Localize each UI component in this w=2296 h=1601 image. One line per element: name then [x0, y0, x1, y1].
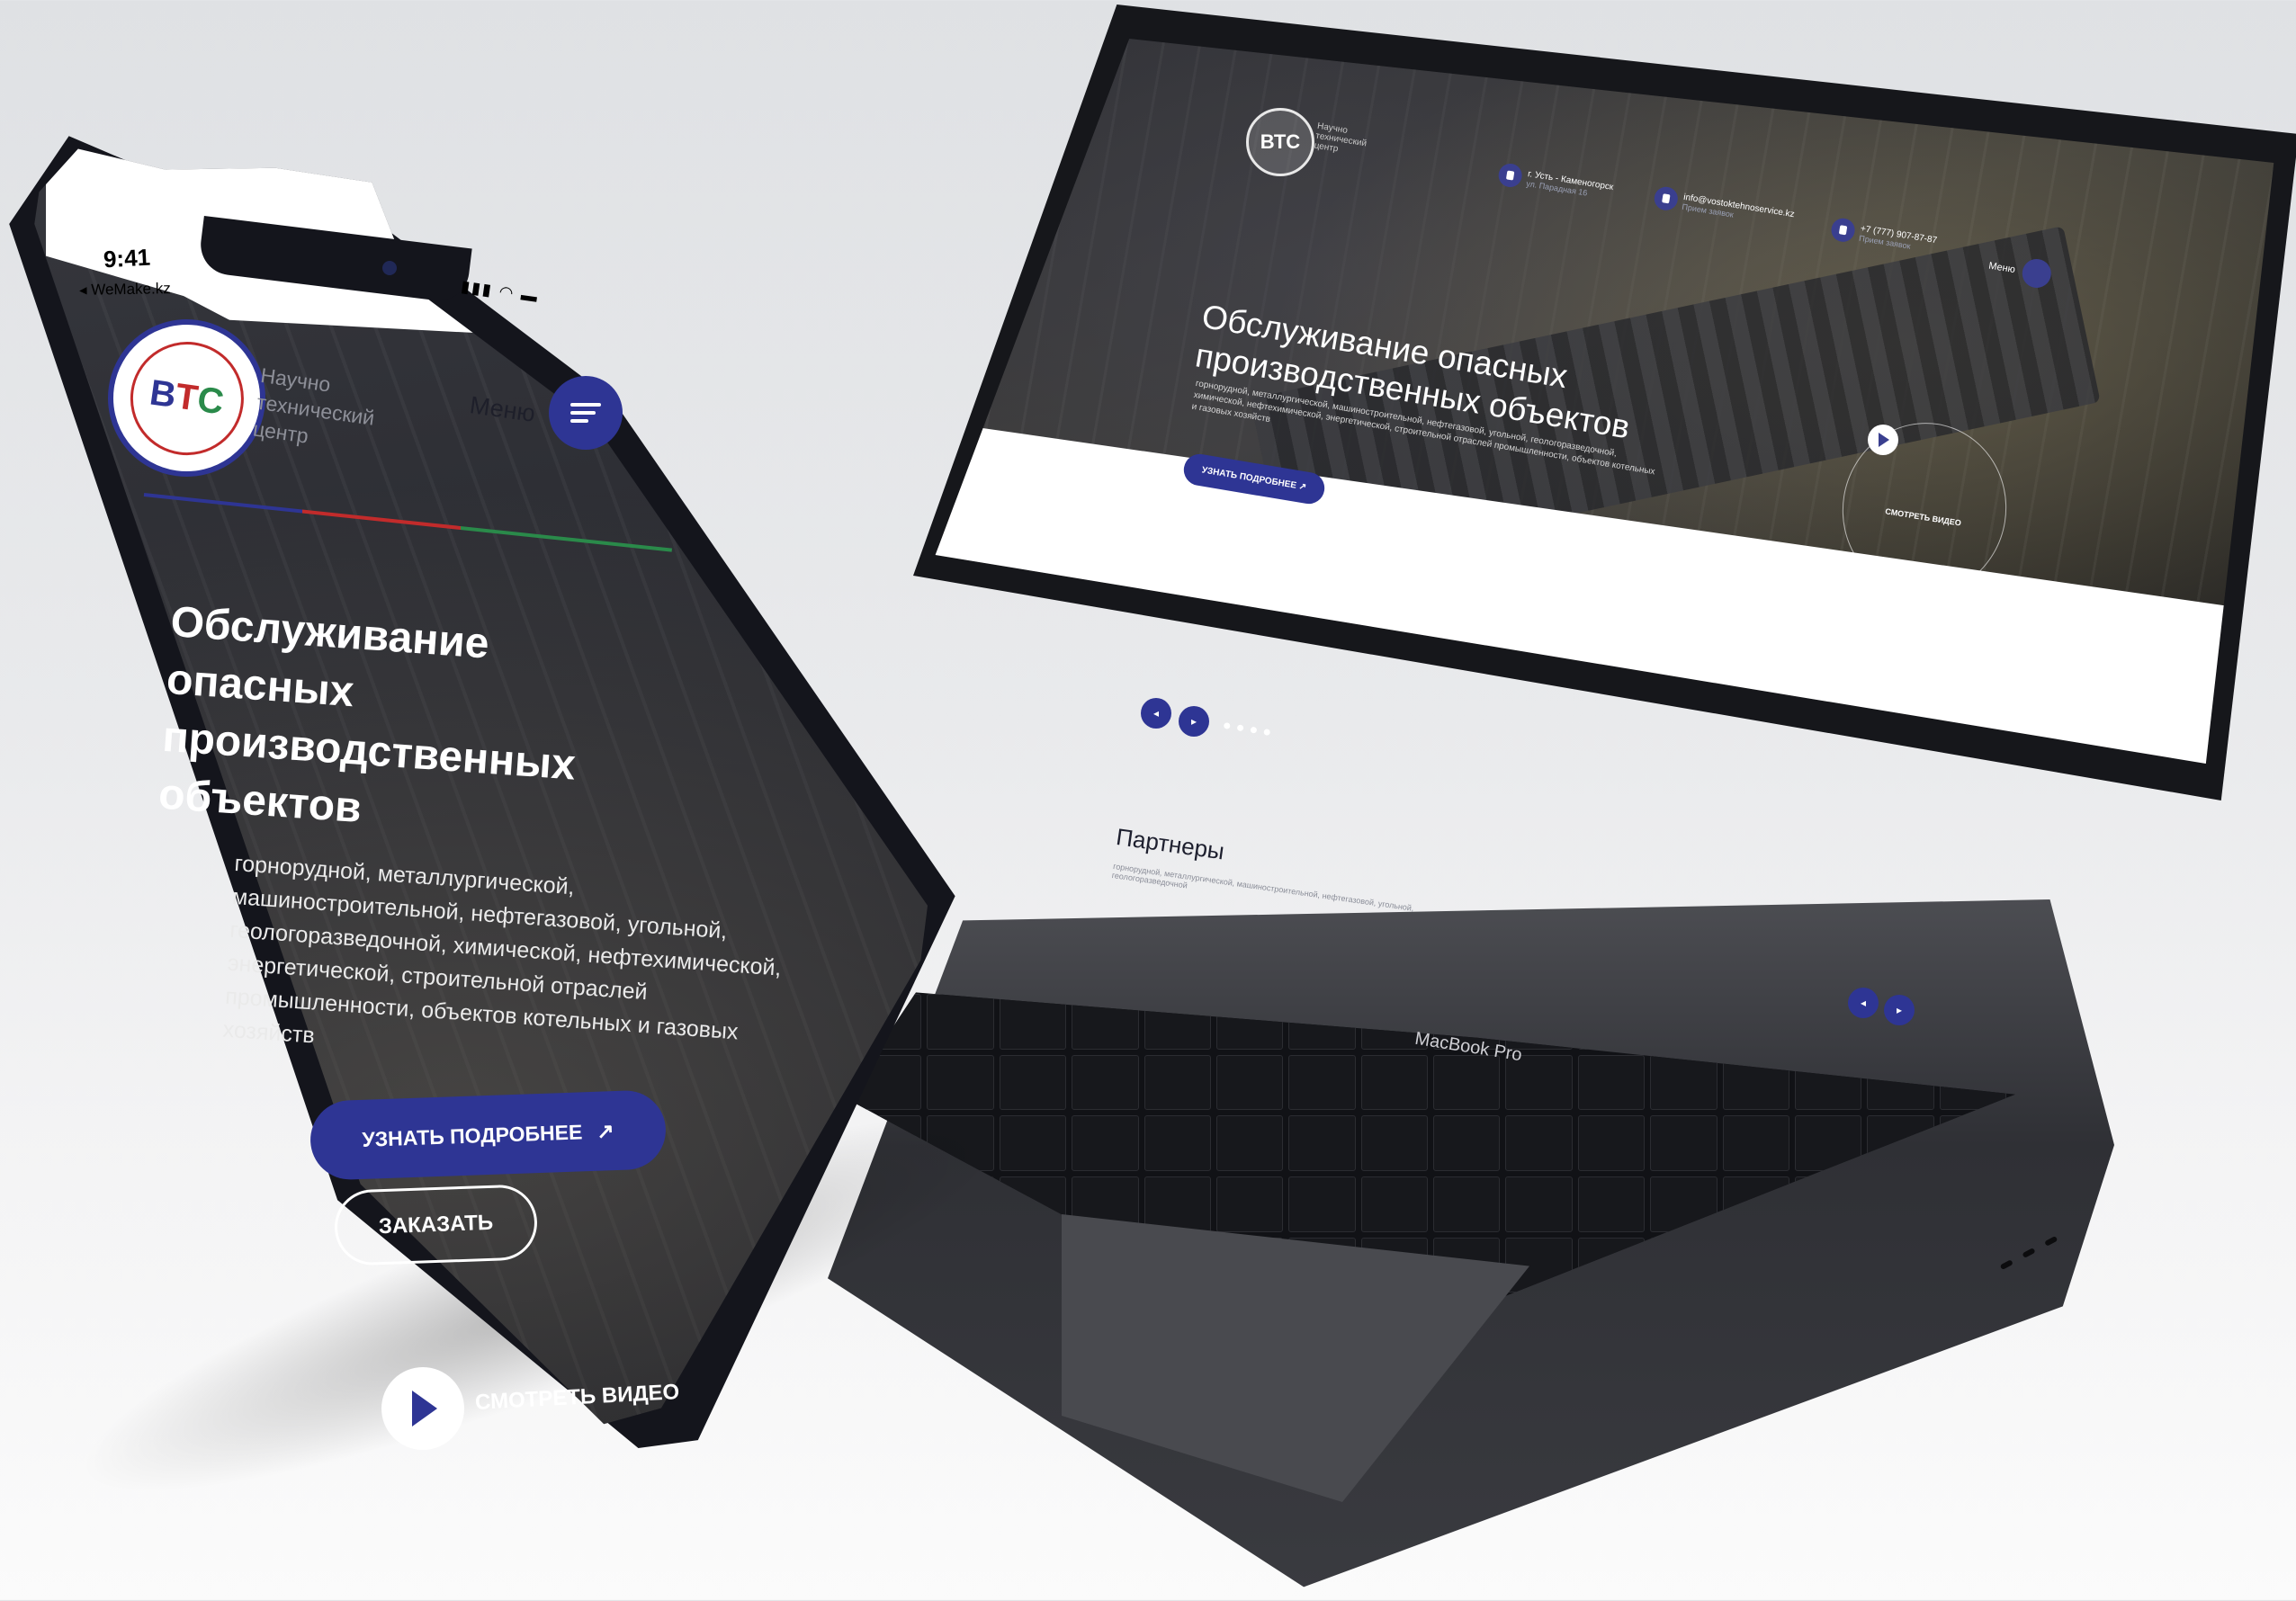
logo-letter-s: С: [194, 379, 227, 423]
logo-emblem: ВТС: [122, 334, 251, 462]
laptop-logo[interactable]: ВТС: [1246, 108, 1314, 176]
phone-play-icon[interactable]: [381, 1367, 464, 1450]
phone-logo-text: Научно технический центр: [251, 362, 387, 460]
menu-icon-line: [570, 403, 601, 407]
laptop-more-label: УЗНАТЬ ПОДРОБНЕЕ: [1200, 465, 1297, 491]
mail-icon: [1652, 184, 1680, 212]
laptop-play-icon[interactable]: [1868, 425, 1898, 455]
location-icon: [1496, 162, 1524, 189]
phone-hero-desc: горнорудной, металлургической, машиностр…: [221, 850, 783, 1049]
laptop-hero-prev-button[interactable]: ◂: [1141, 698, 1171, 729]
partners-title: Партнеры: [1114, 823, 1226, 865]
menu-icon[interactable]: [2020, 256, 2053, 291]
phone-more-button[interactable]: УЗНАТЬ ПОДРОБНЕЕ ↗: [309, 1089, 668, 1181]
laptop-menu-label: Меню: [1987, 260, 2016, 276]
slider-dots[interactable]: [1223, 721, 1271, 737]
partners-next-button[interactable]: ▸: [1884, 995, 1915, 1025]
back-link[interactable]: ◂ WeMake.kz: [79, 280, 171, 300]
phone-icon: [1829, 216, 1857, 244]
laptop-hero-next-button[interactable]: ▸: [1179, 706, 1209, 737]
arrow-up-right-icon: ↗: [596, 1118, 614, 1143]
status-time: 9:41: [103, 243, 151, 273]
partners-prev-button[interactable]: ◂: [1848, 988, 1879, 1018]
phone-hero-title: Обслуживание опасных производственных об…: [157, 597, 578, 833]
menu-icon-line: [570, 411, 596, 415]
phone-more-label: УЗНАТЬ ПОДРОБНЕЕ: [361, 1119, 583, 1151]
logo-text-line: Научно технический центр: [251, 362, 376, 448]
phone-menu-button[interactable]: [549, 376, 623, 450]
menu-icon-line: [570, 419, 588, 423]
camera-icon: [382, 261, 397, 275]
phone-order-button[interactable]: ЗАКАЗАТЬ: [333, 1184, 539, 1266]
